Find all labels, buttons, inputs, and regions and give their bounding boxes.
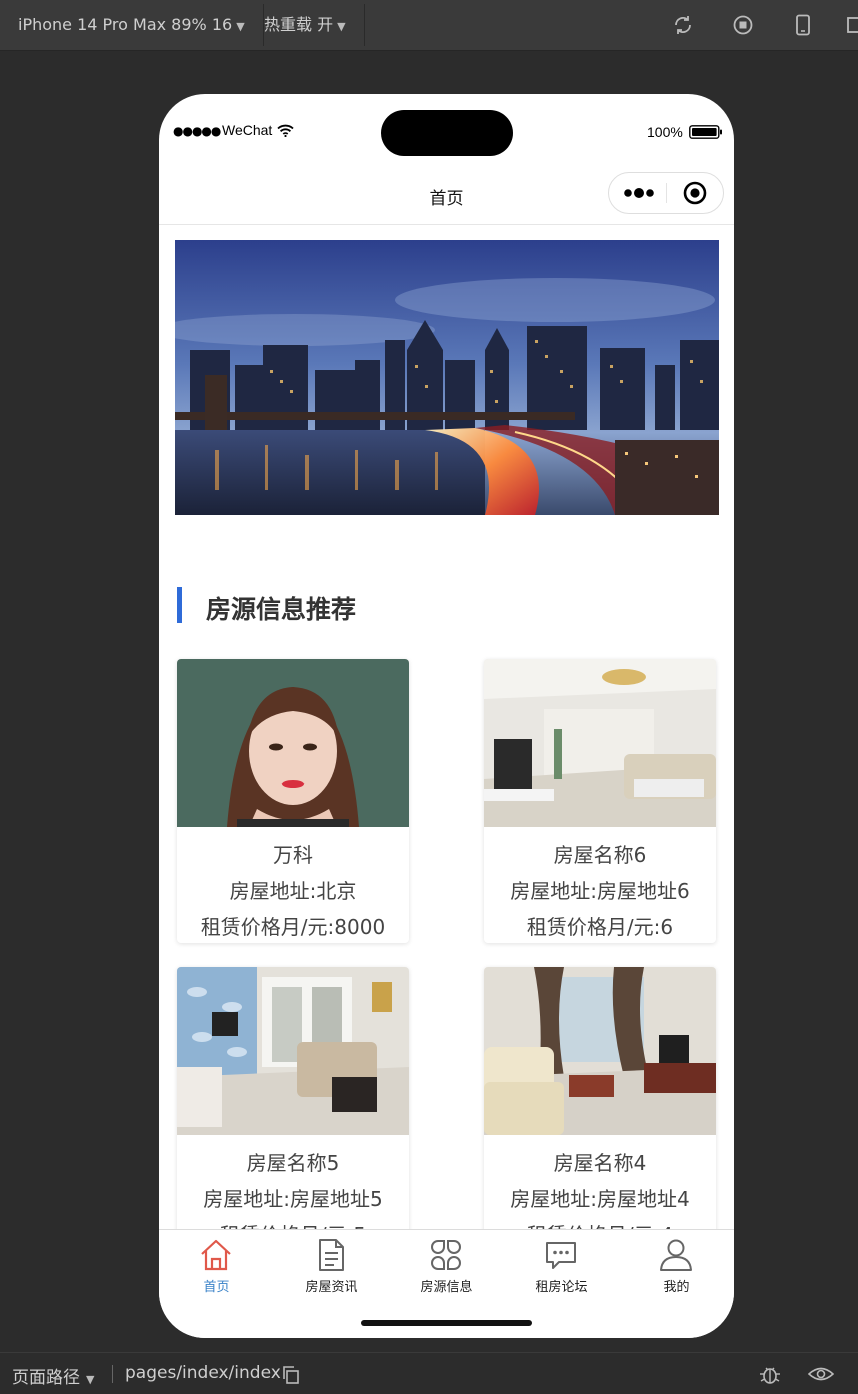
window-icon[interactable] <box>846 14 858 36</box>
chevron-down-icon: ▼ <box>236 20 245 33</box>
grid-icon <box>431 1240 461 1270</box>
page-path-value: pages/index/index <box>125 1363 281 1383</box>
listing-name: 房屋名称4 <box>553 1151 647 1175</box>
chevron-down-icon: ▼ <box>86 1373 95 1386</box>
battery-percent: 100% <box>647 124 683 140</box>
status-bar: ●●●●● WeChat 100% <box>159 94 734 164</box>
city-skyline-image <box>175 240 719 515</box>
signal-icon: ●●●●● <box>173 124 221 138</box>
listing-card[interactable]: 房屋名称6 房屋地址:房屋地址6 租赁价格月/元:6 <box>484 659 716 943</box>
stop-icon[interactable] <box>732 14 754 36</box>
divider <box>112 1365 113 1383</box>
copy-icon[interactable] <box>281 1365 301 1385</box>
chevron-down-icon: ▼ <box>337 20 346 33</box>
listing-image-portrait <box>177 659 409 827</box>
carrier-label: WeChat <box>222 122 273 138</box>
eye-icon[interactable] <box>808 1363 834 1385</box>
phone-icon[interactable] <box>792 14 814 36</box>
tab-bar: 首页 房屋资讯 房源信息 租房论坛 我的 <box>159 1229 734 1338</box>
document-icon <box>319 1239 344 1271</box>
listing-address: 房屋地址:房屋地址6 <box>510 879 690 903</box>
home-icon <box>201 1239 231 1271</box>
page-path-label: 页面路径 <box>12 1368 80 1388</box>
tab-label: 首页 <box>203 1280 230 1295</box>
wifi-icon <box>277 124 294 137</box>
hot-reload-label: 热重载 开 <box>264 15 334 34</box>
page-path-bar: 页面路径 ▼ pages/index/index <box>0 1352 858 1394</box>
listing-address: 房屋地址:房屋地址5 <box>203 1187 383 1211</box>
menu-capsule <box>608 172 724 214</box>
bug-icon[interactable] <box>759 1363 781 1385</box>
dynamic-island <box>381 110 513 156</box>
hot-reload-toggle[interactable]: 热重载 开 ▼ <box>246 4 365 46</box>
tab-news[interactable]: 房屋资讯 <box>274 1230 389 1300</box>
battery-icon <box>689 125 722 139</box>
section-title: 房源信息推荐 <box>206 595 357 624</box>
listing-price: 租赁价格月/元:5 <box>177 1219 409 1229</box>
chat-icon <box>546 1242 576 1269</box>
tab-label: 我的 <box>663 1280 690 1295</box>
navigation-bar: 首页 <box>159 164 734 225</box>
phone-frame: ●●●●● WeChat 100% 首页 房源信息推荐 万科 房屋地址:北京 租… <box>159 94 734 1338</box>
tab-forum[interactable]: 租房论坛 <box>504 1230 619 1300</box>
tab-home[interactable]: 首页 <box>159 1230 274 1300</box>
listing-image-living-room <box>484 659 716 827</box>
tab-label: 房源信息 <box>420 1280 473 1295</box>
listing-name: 万科 <box>273 843 313 867</box>
simulator-toolbar: iPhone 14 Pro Max 89% 16 ▼ 热重载 开 ▼ <box>0 0 858 51</box>
tab-label: 房屋资讯 <box>305 1280 358 1295</box>
listing-address: 房屋地址:北京 <box>229 879 357 903</box>
listing-address: 房屋地址:房屋地址4 <box>510 1187 690 1211</box>
listing-name: 房屋名称6 <box>553 843 647 867</box>
listing-price: 租赁价格月/元:6 <box>526 915 674 939</box>
page-content[interactable]: 房源信息推荐 万科 房屋地址:北京 租赁价格月/元:8000 房屋名称6 房屋地… <box>159 225 734 1229</box>
listing-image-living-room <box>484 967 716 1135</box>
listing-card[interactable]: 房屋名称5 房屋地址:房屋地址5 租赁价格月/元:5 <box>177 967 409 1229</box>
listing-card[interactable]: 房屋名称4 房屋地址:房屋地址4 租赁价格月/元:4 <box>484 967 716 1229</box>
tab-profile[interactable]: 我的 <box>619 1230 734 1300</box>
device-selector[interactable]: iPhone 14 Pro Max 89% 16 ▼ <box>0 4 264 46</box>
page-path-dropdown[interactable]: 页面路径 ▼ <box>12 1363 94 1388</box>
refresh-icon[interactable] <box>672 14 694 36</box>
listing-price: 租赁价格月/元:8000 <box>200 915 386 939</box>
home-indicator[interactable] <box>361 1320 532 1326</box>
banner-swiper[interactable] <box>175 240 719 515</box>
listing-image-living-room <box>177 967 409 1135</box>
listing-card[interactable]: 万科 房屋地址:北京 租赁价格月/元:8000 <box>177 659 409 943</box>
device-label: iPhone 14 Pro Max 89% 16 <box>18 15 233 34</box>
listing-price: 租赁价格月/元:4 <box>484 1219 716 1229</box>
user-icon <box>660 1239 692 1271</box>
more-icon[interactable] <box>623 185 655 201</box>
capsule-divider <box>666 183 667 203</box>
tab-label: 租房论坛 <box>535 1280 588 1295</box>
tab-listings[interactable]: 房源信息 <box>389 1230 504 1300</box>
listing-name: 房屋名称5 <box>246 1151 340 1175</box>
close-target-icon[interactable] <box>683 181 707 205</box>
section-accent-bar <box>177 587 182 623</box>
